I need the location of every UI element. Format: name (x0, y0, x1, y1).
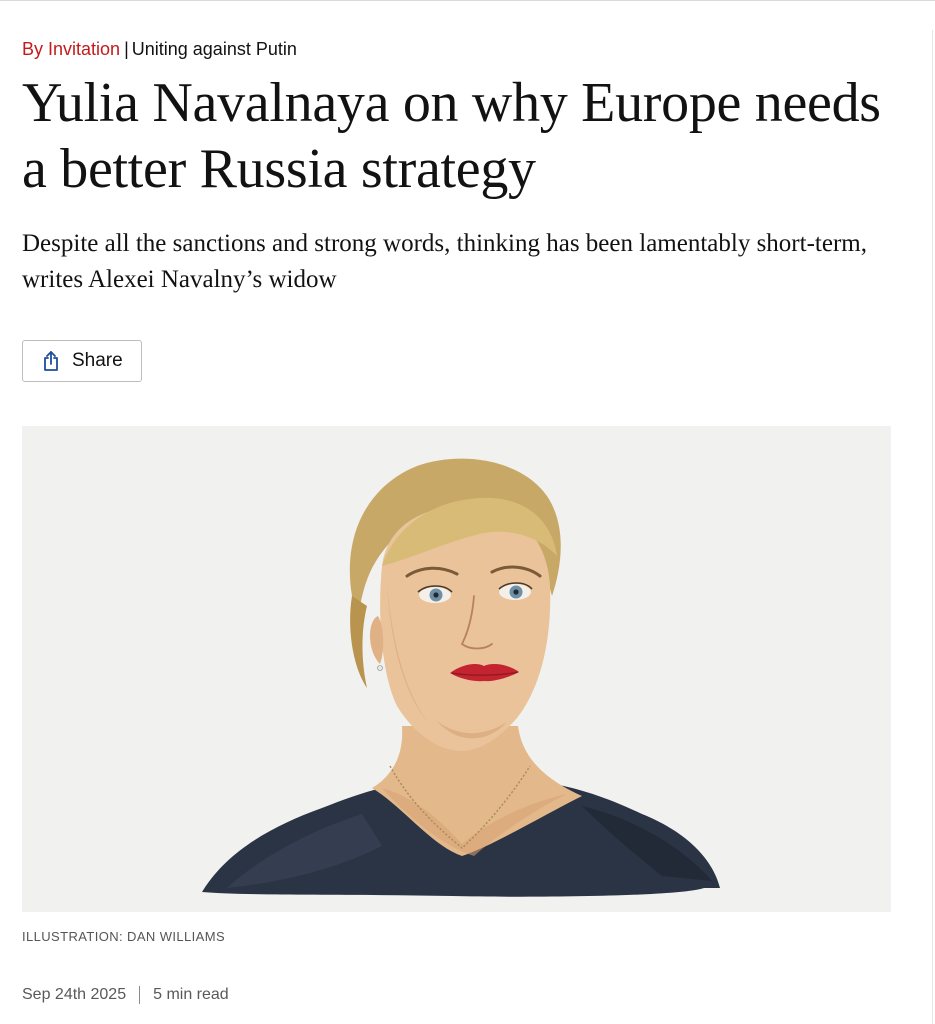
share-icon (40, 350, 62, 372)
series-link[interactable]: Uniting against Putin (132, 39, 297, 59)
article-meta: Sep 24th 2025 5 min read (22, 986, 229, 1004)
read-time: 5 min read (153, 986, 229, 1003)
share-label: Share (72, 350, 123, 371)
article-standfirst: Despite all the sanctions and strong wor… (22, 230, 867, 293)
portrait-illustration (22, 426, 891, 912)
publish-date: Sep 24th 2025 (22, 986, 127, 1003)
meta-divider (139, 986, 141, 1004)
article-headline: Yulia Navalnaya on why Europe needs a be… (22, 72, 881, 200)
image-credit: ILLUSTRATION: DAN WILLIAMS (22, 929, 226, 944)
article-rubric: By Invitation | Uniting against Putin (22, 37, 297, 61)
scrollbar-edge (932, 30, 933, 1024)
top-divider (0, 0, 935, 1)
share-button[interactable]: Share (22, 340, 142, 382)
section-link[interactable]: By Invitation (22, 39, 120, 59)
rubric-separator: | (124, 39, 129, 59)
